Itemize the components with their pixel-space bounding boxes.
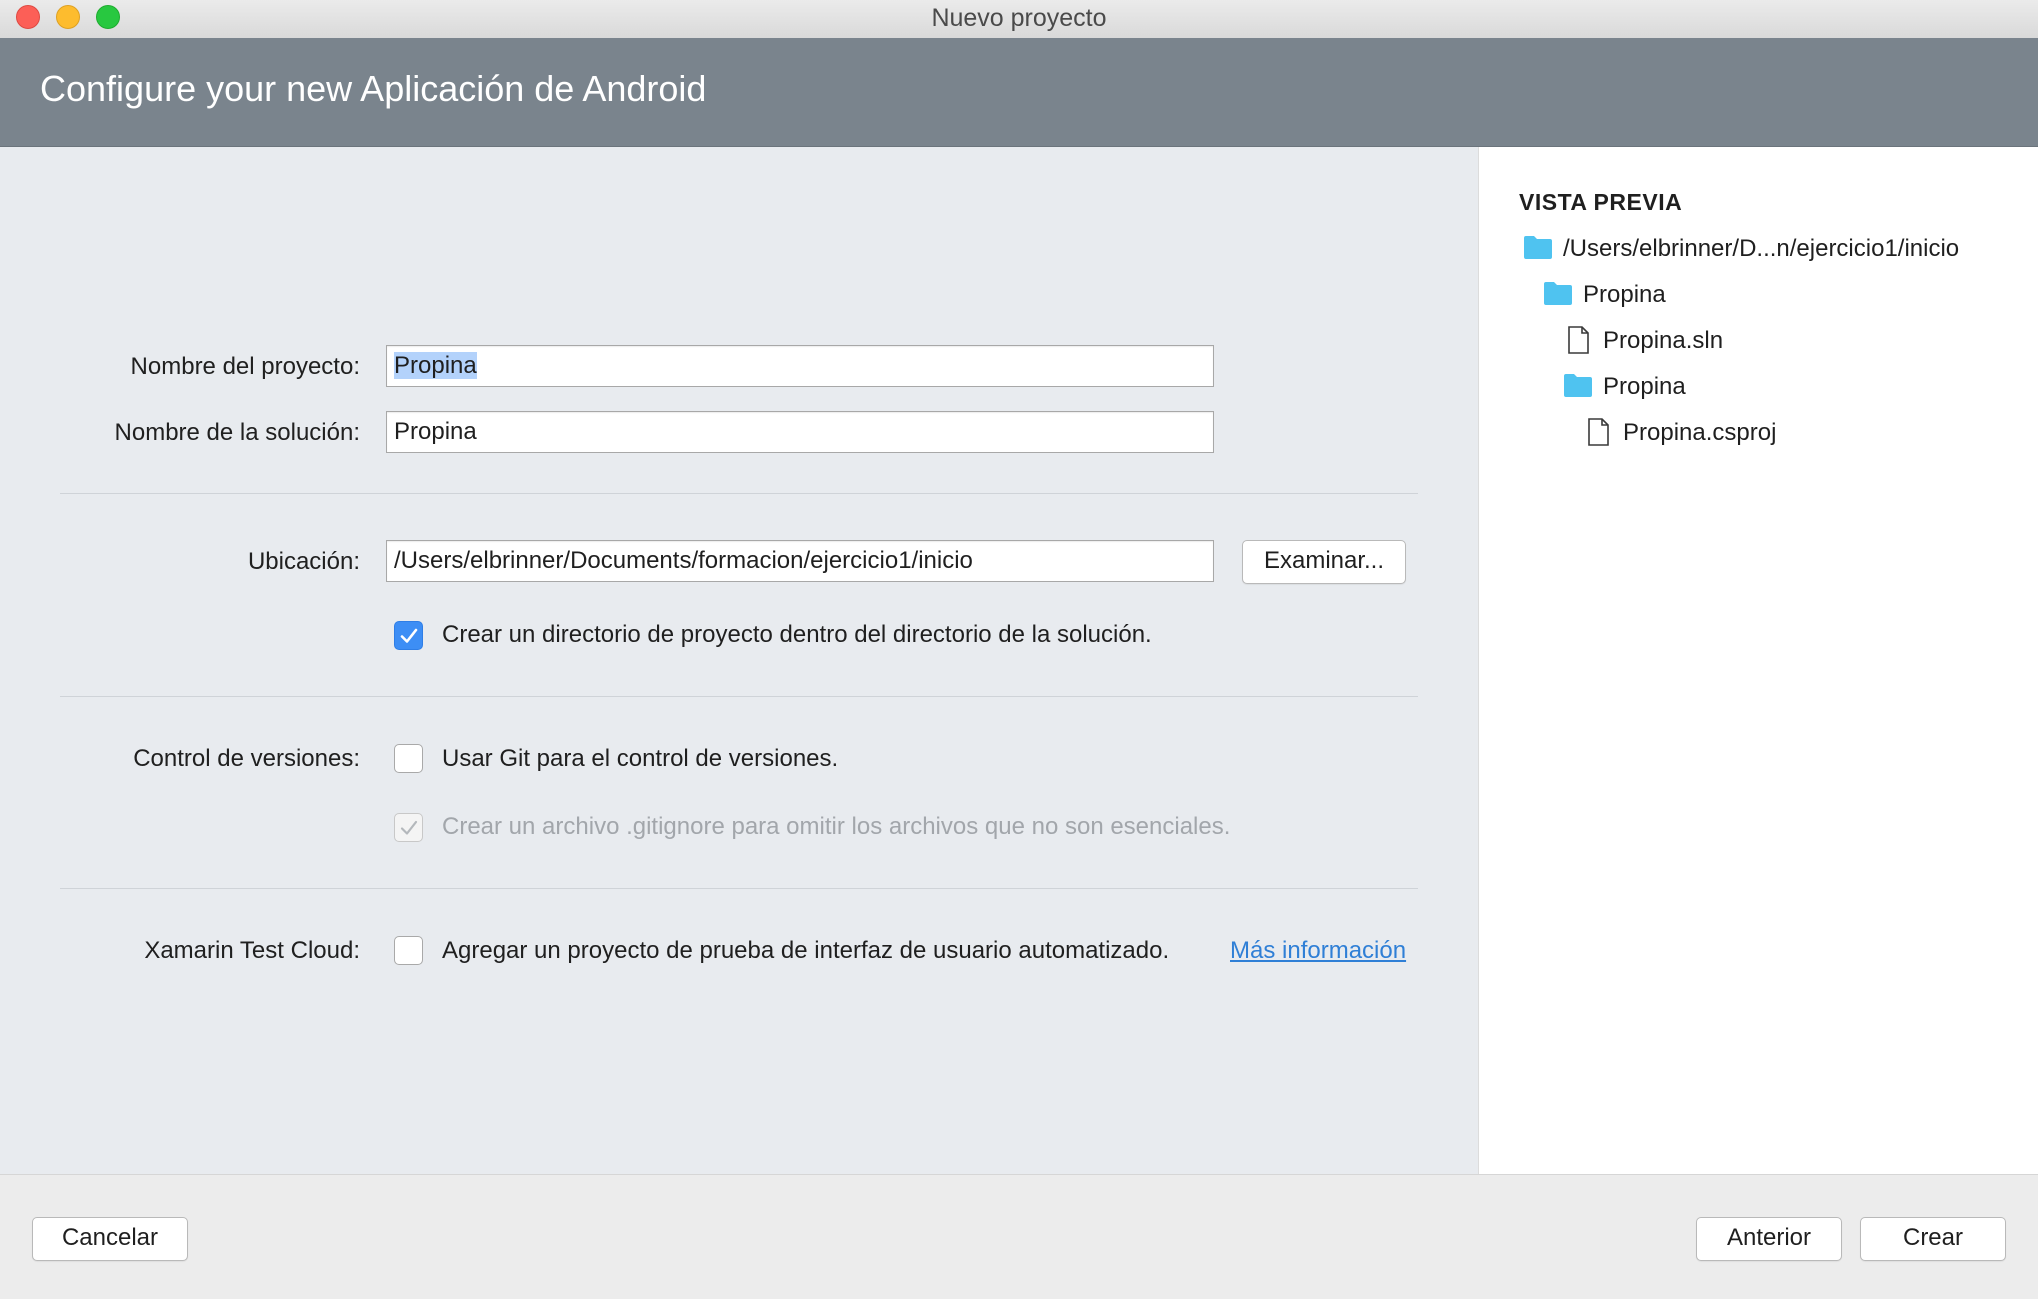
page-header: Configure your new Aplicación de Android — [0, 38, 2038, 147]
project-name-input[interactable]: Propina — [386, 345, 1214, 387]
project-name-label: Nombre del proyecto: — [130, 353, 360, 380]
version-control-label: Control de versiones: — [133, 745, 360, 772]
solution-name-input[interactable]: Propina — [386, 411, 1214, 453]
tree-item-label: Propina.csproj — [1623, 419, 1777, 446]
test-cloud-option-label: Agregar un proyecto de prueba de interfa… — [442, 937, 1170, 964]
location-value: /Users/elbrinner/Documents/formacion/eje… — [394, 547, 973, 574]
location-label: Ubicación: — [247, 548, 360, 575]
browse-button[interactable]: Examinar... — [1242, 540, 1406, 584]
section-divider — [60, 493, 1418, 494]
folder-icon — [1564, 374, 1592, 397]
tree-item-label: Propina — [1603, 373, 1686, 400]
dialog-footer: Cancelar Anterior Crear — [0, 1174, 2038, 1299]
window-title: Nuevo proyecto — [931, 4, 1107, 32]
folder-icon — [1524, 236, 1552, 259]
folder-icon — [1544, 282, 1572, 305]
file-icon — [1588, 418, 1609, 446]
gitignore-checkbox[interactable] — [394, 813, 423, 842]
test-cloud-checkbox[interactable] — [394, 936, 423, 965]
create-project-dir-label: Crear un directorio de proyecto dentro d… — [442, 621, 1152, 648]
section-divider — [60, 696, 1418, 697]
configuration-form: Nombre del proyecto: Propina Nombre de l… — [0, 147, 1478, 1174]
page-title: Configure your new Aplicación de Android — [40, 68, 707, 109]
tree-item-label: /Users/elbrinner/D...n/ejercicio1/inicio — [1563, 235, 1960, 262]
window-titlebar: Nuevo proyecto — [0, 0, 2038, 39]
location-input[interactable]: /Users/elbrinner/Documents/formacion/eje… — [386, 540, 1214, 582]
solution-name-label: Nombre de la solución: — [114, 419, 360, 446]
checkmark-icon — [400, 628, 418, 643]
create-project-dir-checkbox[interactable] — [394, 621, 423, 650]
section-divider — [60, 888, 1418, 889]
back-button[interactable]: Anterior — [1696, 1217, 1842, 1261]
use-git-label: Usar Git para el control de versiones. — [442, 745, 839, 772]
create-button[interactable]: Crear — [1860, 1217, 2006, 1261]
preview-panel: VISTA PREVIA /Users/elbrinner/D...n/ejer… — [1478, 147, 2038, 1174]
file-icon — [1568, 326, 1589, 354]
solution-name-value: Propina — [394, 418, 477, 445]
tree-item-label: Propina.sln — [1603, 327, 1724, 354]
test-cloud-label: Xamarin Test Cloud: — [144, 937, 360, 964]
project-name-value: Propina — [394, 352, 477, 379]
tree-item-label: Propina — [1583, 281, 1666, 308]
gitignore-label: Crear un archivo .gitignore para omitir … — [442, 813, 1231, 840]
cancel-button[interactable]: Cancelar — [32, 1217, 188, 1261]
use-git-checkbox[interactable] — [394, 744, 423, 773]
preview-title: VISTA PREVIA — [1519, 189, 1683, 215]
checkmark-icon — [400, 820, 418, 835]
more-info-link[interactable]: Más información — [1230, 937, 1406, 965]
